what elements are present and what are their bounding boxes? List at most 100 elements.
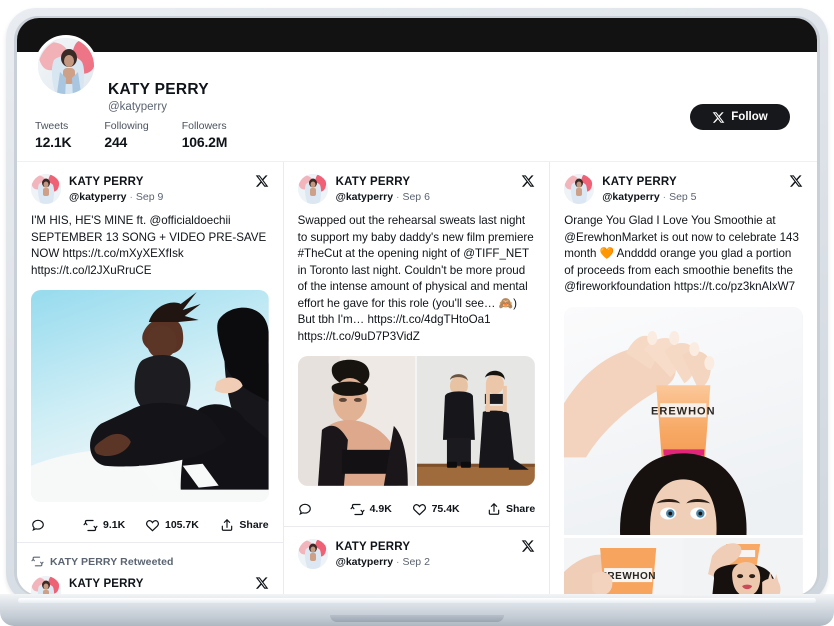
tweet-column-1: KATY PERRY @katyperry · Sep 9 I'M HIS, H… bbox=[17, 162, 284, 595]
avatar[interactable] bbox=[564, 174, 595, 204]
tweet-author-handle: @katyperry bbox=[335, 556, 394, 568]
share-button[interactable]: Share bbox=[487, 502, 535, 516]
tweet-media-right bbox=[417, 356, 536, 486]
retweet-button[interactable]: 4.9K bbox=[350, 502, 412, 517]
tweet-media[interactable]: EREWHON bbox=[564, 306, 803, 535]
x-close-icon[interactable] bbox=[789, 174, 803, 188]
tweet-author-name: KATY PERRY bbox=[335, 176, 411, 188]
profile-handle: @katyperry bbox=[108, 101, 167, 113]
tweet-media[interactable]: EREWHON bbox=[564, 537, 803, 595]
tweet-media-artwork-right bbox=[417, 356, 536, 486]
tweet-meta-separator: · bbox=[396, 191, 400, 203]
tweet-author-name: KATY PERRY bbox=[335, 541, 411, 553]
avatar[interactable] bbox=[31, 174, 61, 204]
tweet-text: Swapped out the rehearsal sweats last ni… bbox=[297, 214, 534, 343]
tweet-card[interactable]: KATY PERRY @katyperry · Sep 6 Swapped ou… bbox=[283, 162, 550, 527]
tweet-date: Sep 2 bbox=[402, 556, 430, 568]
tweet-media-left: EREWHON bbox=[564, 537, 683, 595]
svg-text:EREWHON: EREWHON bbox=[651, 405, 716, 417]
device-base-notch bbox=[330, 615, 504, 622]
reply-button[interactable] bbox=[298, 502, 350, 516]
tweet-author-name: KATY PERRY bbox=[69, 176, 144, 188]
share-label: Share bbox=[239, 519, 269, 531]
tweet-author-handle: @katyperry bbox=[69, 191, 127, 203]
tweet-author-block: KATY PERRY @katyperry · Sep 5 bbox=[602, 174, 696, 204]
browser-top-bar bbox=[17, 18, 817, 52]
x-close-icon[interactable] bbox=[521, 174, 535, 188]
tweet-date: Sep 9 bbox=[135, 191, 164, 203]
tweet-media-artwork: EREWHON bbox=[564, 306, 803, 535]
tweet-media[interactable] bbox=[31, 290, 269, 502]
avatar[interactable] bbox=[31, 576, 61, 595]
retweet-button[interactable]: 9.1K bbox=[83, 518, 145, 533]
tweet-header: KATY PERRY @katyperry · Sep 9 bbox=[31, 174, 269, 204]
profile-header: KATY PERRY @katyperry Follow Tweets 12.1… bbox=[17, 35, 817, 162]
x-logo-icon bbox=[712, 111, 725, 123]
reply-icon bbox=[32, 519, 44, 532]
tweet-card[interactable]: KATY PERRY @katyperry · Sep 5 Orange You… bbox=[550, 162, 817, 535]
tweet-media[interactable] bbox=[297, 356, 536, 486]
tweet-actions: 4.9K 75.4K Share bbox=[298, 492, 535, 526]
reply-icon bbox=[298, 503, 311, 516]
avatar-artwork bbox=[297, 539, 328, 569]
avatar[interactable] bbox=[297, 174, 328, 204]
tweet-author-block: KATY PERRY @katyperry · Sep 2 bbox=[69, 576, 163, 595]
stat-following-value: 244 bbox=[104, 134, 128, 150]
share-icon bbox=[222, 519, 233, 531]
x-close-icon[interactable] bbox=[521, 539, 535, 553]
retweet-count: 9.1K bbox=[103, 519, 126, 531]
tweet-card[interactable]: KATY PERRY @katyperry · Sep 2 bbox=[284, 527, 550, 595]
tweet-author-name: KATY PERRY bbox=[69, 578, 144, 590]
heart-icon bbox=[145, 519, 160, 532]
avatar[interactable] bbox=[297, 539, 328, 569]
share-button[interactable]: Share bbox=[220, 518, 269, 532]
share-icon bbox=[488, 503, 500, 515]
avatar-artwork bbox=[564, 174, 595, 204]
like-button[interactable]: 105.7K bbox=[145, 518, 220, 533]
tweet-author-block: KATY PERRY @katyperry · Sep 9 bbox=[69, 174, 163, 204]
stat-followers-label: Followers bbox=[181, 120, 227, 132]
retweet-indicator-label: KATY PERRY Retweeted bbox=[50, 555, 174, 568]
stat-tweets[interactable]: Tweets 12.1K bbox=[35, 119, 72, 151]
tweet-media-artwork bbox=[31, 290, 269, 502]
stat-followers[interactable]: Followers 106.2M bbox=[182, 119, 228, 151]
tweet-meta: @katyperry · Sep 5 bbox=[602, 190, 696, 204]
profile-display-name: KATY PERRY bbox=[108, 81, 209, 98]
device-frame: KATY PERRY @katyperry Follow Tweets 12.1… bbox=[0, 0, 834, 626]
stat-followers-value: 106.2M bbox=[181, 134, 228, 150]
tweet-text: Orange You Glad I Love You Smoothie at @… bbox=[564, 214, 799, 293]
tweet-card[interactable]: EREWHON bbox=[550, 537, 817, 595]
tweet-header: KATY PERRY @katyperry · Sep 2 bbox=[297, 539, 536, 569]
stat-tweets-label: Tweets bbox=[35, 120, 69, 132]
tweet-author-name: KATY PERRY bbox=[602, 176, 677, 188]
retweet-icon bbox=[350, 503, 365, 515]
profile-avatar-image[interactable] bbox=[35, 35, 97, 97]
like-button[interactable]: 75.4K bbox=[412, 502, 487, 517]
tweet-header: KATY PERRY @katyperry · Sep 2 bbox=[31, 576, 269, 595]
tweet-author-block: KATY PERRY @katyperry · Sep 2 bbox=[336, 539, 430, 569]
follow-button-label: Follow bbox=[731, 111, 768, 123]
retweet-icon bbox=[31, 556, 44, 567]
tweet-columns: KATY PERRY @katyperry · Sep 9 I'M HIS, H… bbox=[17, 162, 817, 595]
tweet-author-handle: @katyperry bbox=[335, 191, 394, 203]
tweet-media-artwork-left bbox=[297, 356, 416, 486]
stat-following[interactable]: Following 244 bbox=[104, 119, 148, 151]
retweet-count: 4.9K bbox=[369, 503, 392, 515]
reply-button[interactable] bbox=[31, 518, 83, 532]
profile-stats: Tweets 12.1K Following 244 Followers 106… bbox=[35, 119, 227, 151]
tweet-column-2: KATY PERRY @katyperry · Sep 6 Swapped ou… bbox=[283, 162, 551, 595]
tweet-meta: @katyperry · Sep 6 bbox=[336, 190, 430, 204]
tweet-card[interactable]: KATY PERRY @katyperry · Sep 9 I'M HIS, H… bbox=[17, 162, 283, 543]
share-label: Share bbox=[506, 503, 536, 515]
stat-tweets-value: 12.1K bbox=[35, 134, 72, 150]
tweet-card[interactable]: KATY PERRY Retweeted KATY PERRY bbox=[17, 543, 283, 595]
tweet-author-handle: @katyperry bbox=[602, 191, 660, 203]
tweet-meta-separator: · bbox=[662, 191, 667, 203]
x-close-icon[interactable] bbox=[255, 576, 269, 590]
like-count: 105.7K bbox=[165, 519, 199, 531]
x-close-icon[interactable] bbox=[255, 174, 269, 188]
retweet-icon bbox=[83, 519, 98, 531]
tweet-media-artwork-left: EREWHON bbox=[564, 537, 683, 595]
avatar-artwork bbox=[31, 576, 61, 595]
follow-button[interactable]: Follow bbox=[690, 104, 790, 130]
